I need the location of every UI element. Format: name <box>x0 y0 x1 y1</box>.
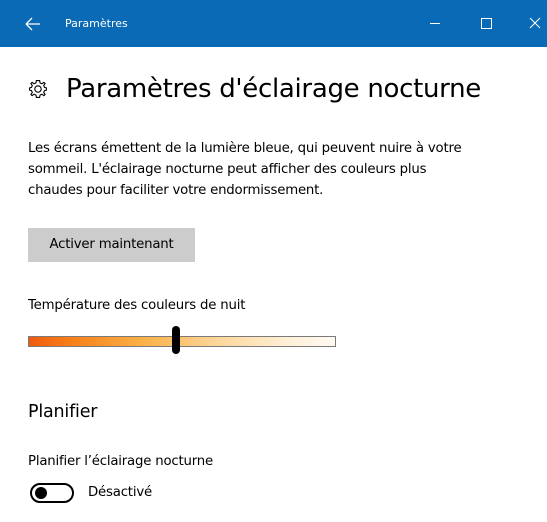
close-icon <box>529 17 541 29</box>
maximize-icon <box>481 18 492 29</box>
back-button[interactable] <box>22 14 44 34</box>
description-text: Les écrans émettent de la lumière bleue,… <box>28 138 528 201</box>
close-button[interactable] <box>524 12 547 34</box>
toggle-state-text: Désactivé <box>88 485 152 500</box>
toggle-knob <box>35 487 47 499</box>
description-line: chaudes pour faciliter votre endormissem… <box>28 183 324 198</box>
page-title: Paramètres d'éclairage nocturne <box>66 74 481 104</box>
minimize-icon <box>430 23 440 24</box>
settings-window: Paramètres Paramètres d'éclairage noctur… <box>0 0 547 522</box>
window-title: Paramètres <box>65 17 128 30</box>
color-temperature-slider[interactable] <box>28 326 336 356</box>
maximize-button[interactable] <box>474 12 498 34</box>
slider-track[interactable] <box>28 336 336 347</box>
color-temperature-label: Température des couleurs de nuit <box>28 298 246 313</box>
back-arrow-icon <box>25 17 40 31</box>
schedule-heading: Planifier <box>28 402 98 422</box>
gear-icon <box>29 80 47 98</box>
slider-thumb[interactable] <box>171 326 180 354</box>
schedule-toggle[interactable] <box>30 483 74 503</box>
title-bar: Paramètres <box>0 0 547 47</box>
schedule-toggle-label: Planifier l’éclairage nocturne <box>28 454 213 469</box>
minimize-button[interactable] <box>423 12 447 34</box>
description-line: Les écrans émettent de la lumière bleue,… <box>28 141 462 156</box>
activate-now-button[interactable]: Activer maintenant <box>28 228 195 262</box>
description-line: sommeil. L'éclairage nocturne peut affic… <box>28 162 427 177</box>
